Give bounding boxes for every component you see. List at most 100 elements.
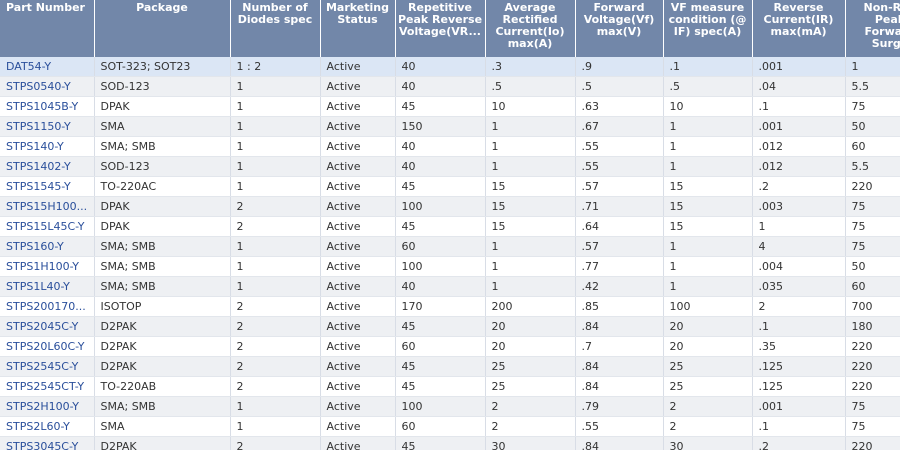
- cell-number-of-diodes: 1: [230, 156, 321, 177]
- table-row[interactable]: STPS2545CT-Y TO-220AB 2 Active 45 25.84 25.125…: [0, 376, 900, 397]
- cell-forward-voltage: .42: [575, 276, 664, 297]
- cell-package: SMA: [94, 116, 231, 137]
- cell-rectified-current: 200: [485, 296, 576, 317]
- cell-surge: 50: [845, 116, 900, 137]
- cell-vf-condition: .5: [663, 76, 753, 97]
- cell-rectified-current: 1: [485, 236, 576, 257]
- cell-part-number: STPS2045C-Y: [0, 316, 95, 337]
- part-number-link[interactable]: STPS1545-Y: [6, 180, 71, 193]
- cell-package: SMA; SMB: [94, 276, 231, 297]
- table-row[interactable]: STPS15H100... DPAK 2 Active 100 15.71 15.003 75: [0, 196, 900, 217]
- part-number-link[interactable]: STPS2545CT-Y: [6, 380, 84, 393]
- part-number-link[interactable]: STPS15L45C-Y: [6, 220, 85, 233]
- cell-marketing-status: Active: [320, 136, 396, 157]
- cell-rectified-current: 30: [485, 436, 576, 450]
- cell-reverse-voltage: 60: [395, 416, 486, 437]
- cell-rectified-current: 1: [485, 156, 576, 177]
- cell-part-number: STPS140-Y: [0, 136, 95, 157]
- cell-forward-voltage: .85: [575, 296, 664, 317]
- cell-marketing-status: Active: [320, 156, 396, 177]
- cell-vf-condition: .1: [663, 57, 753, 77]
- cell-rectified-current: 15: [485, 176, 576, 197]
- col-header-part-number[interactable]: Part Number: [0, 0, 95, 57]
- cell-reverse-voltage: 100: [395, 196, 486, 217]
- cell-reverse-current: .35: [752, 336, 846, 357]
- cell-surge: 75: [845, 416, 900, 437]
- table-row[interactable]: STPS0540-Y SOD-123 1 Active 40.5.5.5.04 5.5: [0, 76, 900, 97]
- cell-vf-condition: 1: [663, 236, 753, 257]
- table-row[interactable]: STPS140-Y SMA; SMB 1 Active 40 1.55 1.012 60: [0, 136, 900, 157]
- table-row[interactable]: STPS1L40-Y SMA; SMB 1 Active 40 1.42 1.035 60: [0, 276, 900, 297]
- part-number-link[interactable]: STPS1H100-Y: [6, 260, 79, 273]
- part-number-link[interactable]: STPS200170...: [6, 300, 86, 313]
- cell-forward-voltage: .57: [575, 176, 664, 197]
- table-row[interactable]: STPS200170... ISOTOP 2 Active 170 200.85 100 2 7…: [0, 296, 900, 317]
- cell-reverse-voltage: 40: [395, 156, 486, 177]
- part-number-link[interactable]: STPS1402-Y: [6, 160, 71, 173]
- table-row[interactable]: STPS15L45C-Y DPAK 2 Active 45 15.64 15 1 75: [0, 216, 900, 237]
- part-number-link[interactable]: STPS15H100...: [6, 200, 87, 213]
- cell-vf-condition: 1: [663, 256, 753, 277]
- part-number-link[interactable]: STPS2045C-Y: [6, 320, 78, 333]
- table-row[interactable]: STPS20L60C-Y D2PAK 2 Active 60 20.7 20.35 220: [0, 336, 900, 357]
- cell-rectified-current: 20: [485, 316, 576, 337]
- col-header-forward-voltage[interactable]: Forward Voltage(Vf) max(V): [575, 0, 664, 57]
- cell-vf-condition: 25: [663, 356, 753, 377]
- cell-surge: 220: [845, 376, 900, 397]
- part-number-link[interactable]: STPS2545C-Y: [6, 360, 78, 373]
- table-row[interactable]: STPS1150-Y SMA 1 Active 150 1.67 1.001 50: [0, 116, 900, 137]
- part-number-link[interactable]: STPS2L60-Y: [6, 420, 70, 433]
- col-header-number-of-diodes[interactable]: Number of Diodes spec: [230, 0, 321, 57]
- table-row[interactable]: STPS1545-Y TO-220AC 1 Active 45 15.57 15.2 220: [0, 176, 900, 197]
- col-header-reverse-voltage[interactable]: Repetitive Peak Reverse Voltage(VR...: [395, 0, 486, 57]
- col-header-reverse-current[interactable]: Reverse Current(IR) max(mA): [752, 0, 846, 57]
- col-header-rectified-current[interactable]: Average Rectified Current(Io) max(A): [485, 0, 576, 57]
- cell-package: ISOTOP: [94, 296, 231, 317]
- table-row[interactable]: STPS1045B-Y DPAK 1 Active 45 10.63 10.1 75: [0, 96, 900, 117]
- cell-part-number: STPS200170...: [0, 296, 95, 317]
- part-number-link[interactable]: STPS1045B-Y: [6, 100, 78, 113]
- table-row[interactable]: STPS1H100-Y SMA; SMB 1 Active 100 1.77 1.004 50: [0, 256, 900, 277]
- table-row[interactable]: STPS2L60-Y SMA 1 Active 60 2.55 2.1 75: [0, 416, 900, 437]
- table-row[interactable]: STPS2545C-Y D2PAK 2 Active 45 25.84 25.125 220: [0, 356, 900, 377]
- part-number-link[interactable]: STPS0540-Y: [6, 80, 71, 93]
- cell-vf-condition: 10: [663, 96, 753, 117]
- col-header-vf-condition[interactable]: VF measure condition (@ IF) spec(A): [663, 0, 753, 57]
- part-number-link[interactable]: STPS2H100-Y: [6, 400, 79, 413]
- part-number-link[interactable]: STPS3045C-Y: [6, 440, 78, 450]
- cell-surge: 60: [845, 136, 900, 157]
- cell-part-number: DAT54-Y: [0, 57, 95, 77]
- cell-reverse-current: .035: [752, 276, 846, 297]
- cell-forward-voltage: .57: [575, 236, 664, 257]
- cell-surge: 5.5: [845, 156, 900, 177]
- cell-reverse-voltage: 40: [395, 136, 486, 157]
- table-row[interactable]: DAT54-Y SOT-323; SOT23 1 : 2 Active 40.3.9.1…: [0, 57, 900, 77]
- cell-package: SMA: [94, 416, 231, 437]
- cell-vf-condition: 2: [663, 396, 753, 417]
- table-row[interactable]: STPS1402-Y SOD-123 1 Active 40 1.55 1.012 5.5: [0, 156, 900, 177]
- part-number-link[interactable]: STPS1150-Y: [6, 120, 71, 133]
- part-number-link[interactable]: STPS20L60C-Y: [6, 340, 85, 353]
- cell-reverse-current: .012: [752, 136, 846, 157]
- part-number-link[interactable]: STPS140-Y: [6, 140, 64, 153]
- cell-package: SMA; SMB: [94, 256, 231, 277]
- part-number-link[interactable]: DAT54-Y: [6, 60, 51, 73]
- part-number-link[interactable]: STPS1L40-Y: [6, 280, 70, 293]
- table-row[interactable]: STPS3045C-Y D2PAK 2 Active 45 30.84 30.2 220: [0, 436, 900, 450]
- cell-surge: 1: [845, 57, 900, 77]
- cell-marketing-status: Active: [320, 96, 396, 117]
- parametric-table-panel: Part Number Package Number of Diodes spe…: [0, 0, 900, 450]
- cell-part-number: STPS2545CT-Y: [0, 376, 95, 397]
- col-header-surge[interactable]: Non-Rep Peak Forward Surge: [845, 0, 900, 57]
- cell-vf-condition: 1: [663, 276, 753, 297]
- col-header-marketing-status[interactable]: Marketing Status: [320, 0, 396, 57]
- part-number-link[interactable]: STPS160-Y: [6, 240, 64, 253]
- table-row[interactable]: STPS160-Y SMA; SMB 1 Active 60 1.57 1 4 75: [0, 236, 900, 257]
- cell-number-of-diodes: 2: [230, 196, 321, 217]
- cell-rectified-current: .3: [485, 57, 576, 77]
- table-row[interactable]: STPS2045C-Y D2PAK 2 Active 45 20.84 20.1 180: [0, 316, 900, 337]
- cell-marketing-status: Active: [320, 356, 396, 377]
- cell-reverse-voltage: 170: [395, 296, 486, 317]
- col-header-package[interactable]: Package: [94, 0, 231, 57]
- table-row[interactable]: STPS2H100-Y SMA; SMB 1 Active 100 2.79 2.001 75: [0, 396, 900, 417]
